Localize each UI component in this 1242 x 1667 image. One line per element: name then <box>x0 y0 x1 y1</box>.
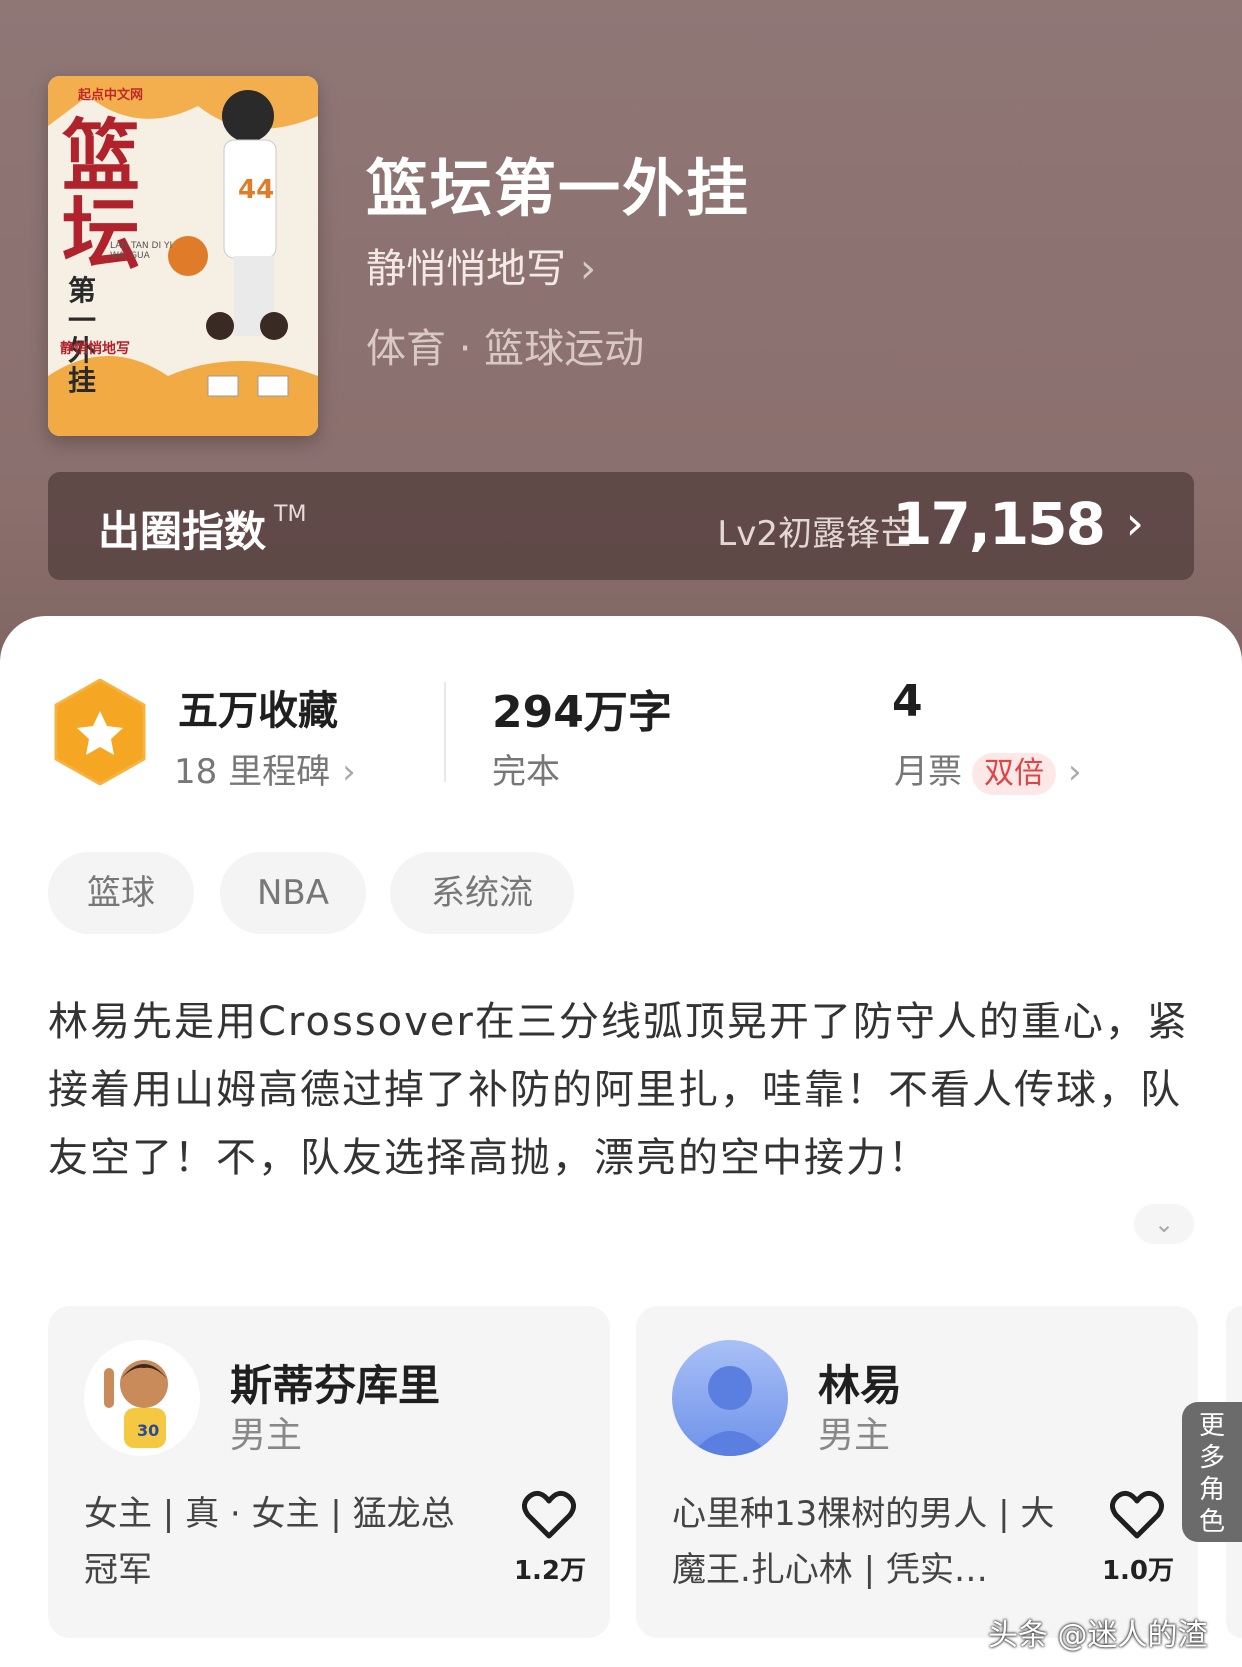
svg-text:44: 44 <box>238 175 274 205</box>
word-count: 294万字 <box>492 687 672 738</box>
role-card[interactable]: 30 斯蒂芬库里 男主 女主 | 真 · 女主 | 猛龙总冠军 1.2万 <box>48 1306 610 1638</box>
monthly-ticket-link[interactable]: 月票 双倍 › <box>894 744 1082 795</box>
watermark: 头条 @迷人的渣 <box>988 1618 1208 1653</box>
chevron-right-icon: › <box>1125 496 1144 550</box>
monthly-ticket-label: 月票 <box>894 752 962 792</box>
heart-icon[interactable] <box>1110 1490 1164 1540</box>
role-description: 女主 | 真 · 女主 | 猛龙总冠军 <box>84 1494 455 1590</box>
collect-count: 五万收藏 <box>178 688 338 734</box>
svg-text:30: 30 <box>137 1421 159 1440</box>
more-roles-char: 角 <box>1198 1475 1225 1505</box>
book-cover[interactable]: 44 起点中文网 篮坛 第一外挂 LAN TAN DI YI WAI GUA 静… <box>48 76 318 436</box>
role-description: 心里种13棵树的男人 | 大魔王.扎心林 | 凭实… <box>672 1494 1055 1590</box>
role-type: 男主 <box>230 1415 303 1456</box>
author-link[interactable]: 静悄悄地写 › <box>366 236 596 294</box>
cover-author: 静悄悄地写 <box>60 341 130 357</box>
chevron-right-icon: › <box>580 246 596 292</box>
tag-basketball[interactable]: 篮球 <box>48 852 194 934</box>
cover-pinyin: LAN TAN DI YI WAI GUA <box>110 241 173 261</box>
avatar: 30 <box>84 1340 200 1456</box>
more-roles-char: 色 <box>1198 1507 1225 1537</box>
book-title: 篮坛第一外挂 <box>366 152 751 225</box>
stat-divider <box>444 682 446 782</box>
expand-description-button[interactable]: ⌄ <box>1134 1204 1194 1244</box>
more-roles-char: 多 <box>1198 1443 1225 1473</box>
role-type: 男主 <box>818 1415 891 1456</box>
tag-system[interactable]: 系统流 <box>390 852 574 934</box>
book-detail-sheet: 五万收藏 18 里程碑 › 294万字 完本 4 月票 双倍 › 篮球 NBA 系统流… <box>0 616 1242 1667</box>
cover-publisher: 起点中文网 <box>78 88 144 103</box>
chevron-right-icon: › <box>342 752 356 792</box>
index-level: Lv2初露锋芒 <box>717 514 914 554</box>
role-card[interactable]: 林易 男主 心里种13棵树的男人 | 大魔王.扎心林 | 凭实… 1.0万 <box>636 1306 1198 1638</box>
completion-status: 完本 <box>492 752 560 792</box>
trademark-mark: TM <box>274 502 307 527</box>
popularity-index-bar[interactable]: 出圈指数 TM Lv2初露锋芒 17,158 › <box>48 472 1194 580</box>
more-roles-button[interactable]: 更 多 角 色 <box>1182 1402 1242 1542</box>
role-name: 斯蒂芬库里 <box>230 1361 441 1410</box>
book-description: 林易先是用Crossover在三分线弧顶晃开了防守人的重心，紧接着用山姆高德过掉… <box>48 999 1189 1181</box>
author-name: 静悄悄地写 <box>366 246 566 292</box>
avatar <box>672 1340 788 1456</box>
tag-nba[interactable]: NBA <box>220 852 366 934</box>
double-badge: 双倍 <box>972 753 1056 795</box>
more-roles-char: 更 <box>1198 1411 1225 1441</box>
chevron-right-icon: › <box>1068 752 1082 792</box>
index-label: 出圈指数 <box>98 507 267 556</box>
like-count: 1.2万 <box>513 1556 587 1586</box>
milestone-link[interactable]: 18 里程碑 › <box>174 744 356 793</box>
heart-icon[interactable] <box>522 1490 576 1540</box>
monthly-ticket-count: 4 <box>892 676 923 727</box>
cover-title-sub: 第一外挂 <box>68 274 97 397</box>
like-count: 1.0万 <box>1101 1556 1175 1586</box>
role-name: 林易 <box>818 1361 903 1410</box>
milestone-text: 18 里程碑 <box>174 752 331 792</box>
index-value: 17,158 <box>892 490 1106 558</box>
book-genre: 体育 · 篮球运动 <box>366 326 645 372</box>
star-badge-icon <box>54 678 146 786</box>
chevron-down-icon: ⌄ <box>1153 1210 1175 1238</box>
